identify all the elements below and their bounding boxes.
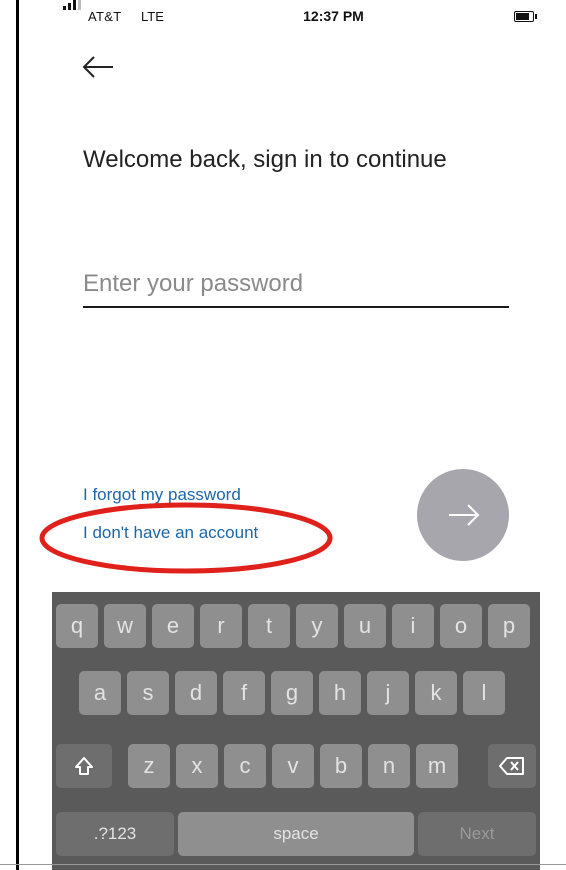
no-account-link[interactable]: I don't have an account	[83, 523, 258, 543]
key-r[interactable]: r	[200, 604, 242, 648]
key-n[interactable]: n	[368, 744, 410, 788]
password-input[interactable]	[83, 262, 509, 308]
battery-icon	[514, 11, 537, 22]
key-y[interactable]: y	[296, 604, 338, 648]
bottom-divider	[0, 864, 566, 865]
key-t[interactable]: t	[248, 604, 290, 648]
key-u[interactable]: u	[344, 604, 386, 648]
key-m[interactable]: m	[416, 744, 458, 788]
back-arrow-icon[interactable]	[79, 52, 119, 82]
key-w[interactable]: w	[104, 604, 146, 648]
key-j[interactable]: j	[367, 671, 409, 715]
shift-key[interactable]	[56, 744, 112, 788]
key-l[interactable]: l	[463, 671, 505, 715]
status-bar: AT&T LTE 12:37 PM	[19, 0, 566, 34]
key-d[interactable]: d	[175, 671, 217, 715]
key-g[interactable]: g	[271, 671, 313, 715]
key-z[interactable]: z	[128, 744, 170, 788]
key-o[interactable]: o	[440, 604, 482, 648]
key-k[interactable]: k	[415, 671, 457, 715]
key-p[interactable]: p	[488, 604, 530, 648]
key-h[interactable]: h	[319, 671, 361, 715]
key-e[interactable]: e	[152, 604, 194, 648]
page-title: Welcome back, sign in to continue	[83, 146, 447, 173]
key-b[interactable]: b	[320, 744, 362, 788]
left-border	[16, 0, 19, 870]
shift-icon	[75, 757, 93, 775]
next-button[interactable]	[417, 469, 509, 561]
next-key[interactable]: Next	[418, 812, 536, 856]
key-i[interactable]: i	[392, 604, 434, 648]
arrow-right-icon	[449, 504, 480, 526]
keyboard: .?123 space Next qwertyuiop asdfghjkl zxcv…	[52, 592, 540, 870]
delete-key[interactable]	[488, 744, 536, 788]
key-q[interactable]: q	[56, 604, 98, 648]
status-time: 12:37 PM	[303, 8, 364, 24]
forgot-password-link[interactable]: I forgot my password	[83, 485, 241, 505]
space-key[interactable]: space	[178, 812, 414, 856]
key-a[interactable]: a	[79, 671, 121, 715]
key-v[interactable]: v	[272, 744, 314, 788]
numbers-key[interactable]: .?123	[56, 812, 174, 856]
key-c[interactable]: c	[224, 744, 266, 788]
backspace-icon	[499, 757, 524, 775]
key-x[interactable]: x	[176, 744, 218, 788]
key-s[interactable]: s	[127, 671, 169, 715]
key-f[interactable]: f	[223, 671, 265, 715]
